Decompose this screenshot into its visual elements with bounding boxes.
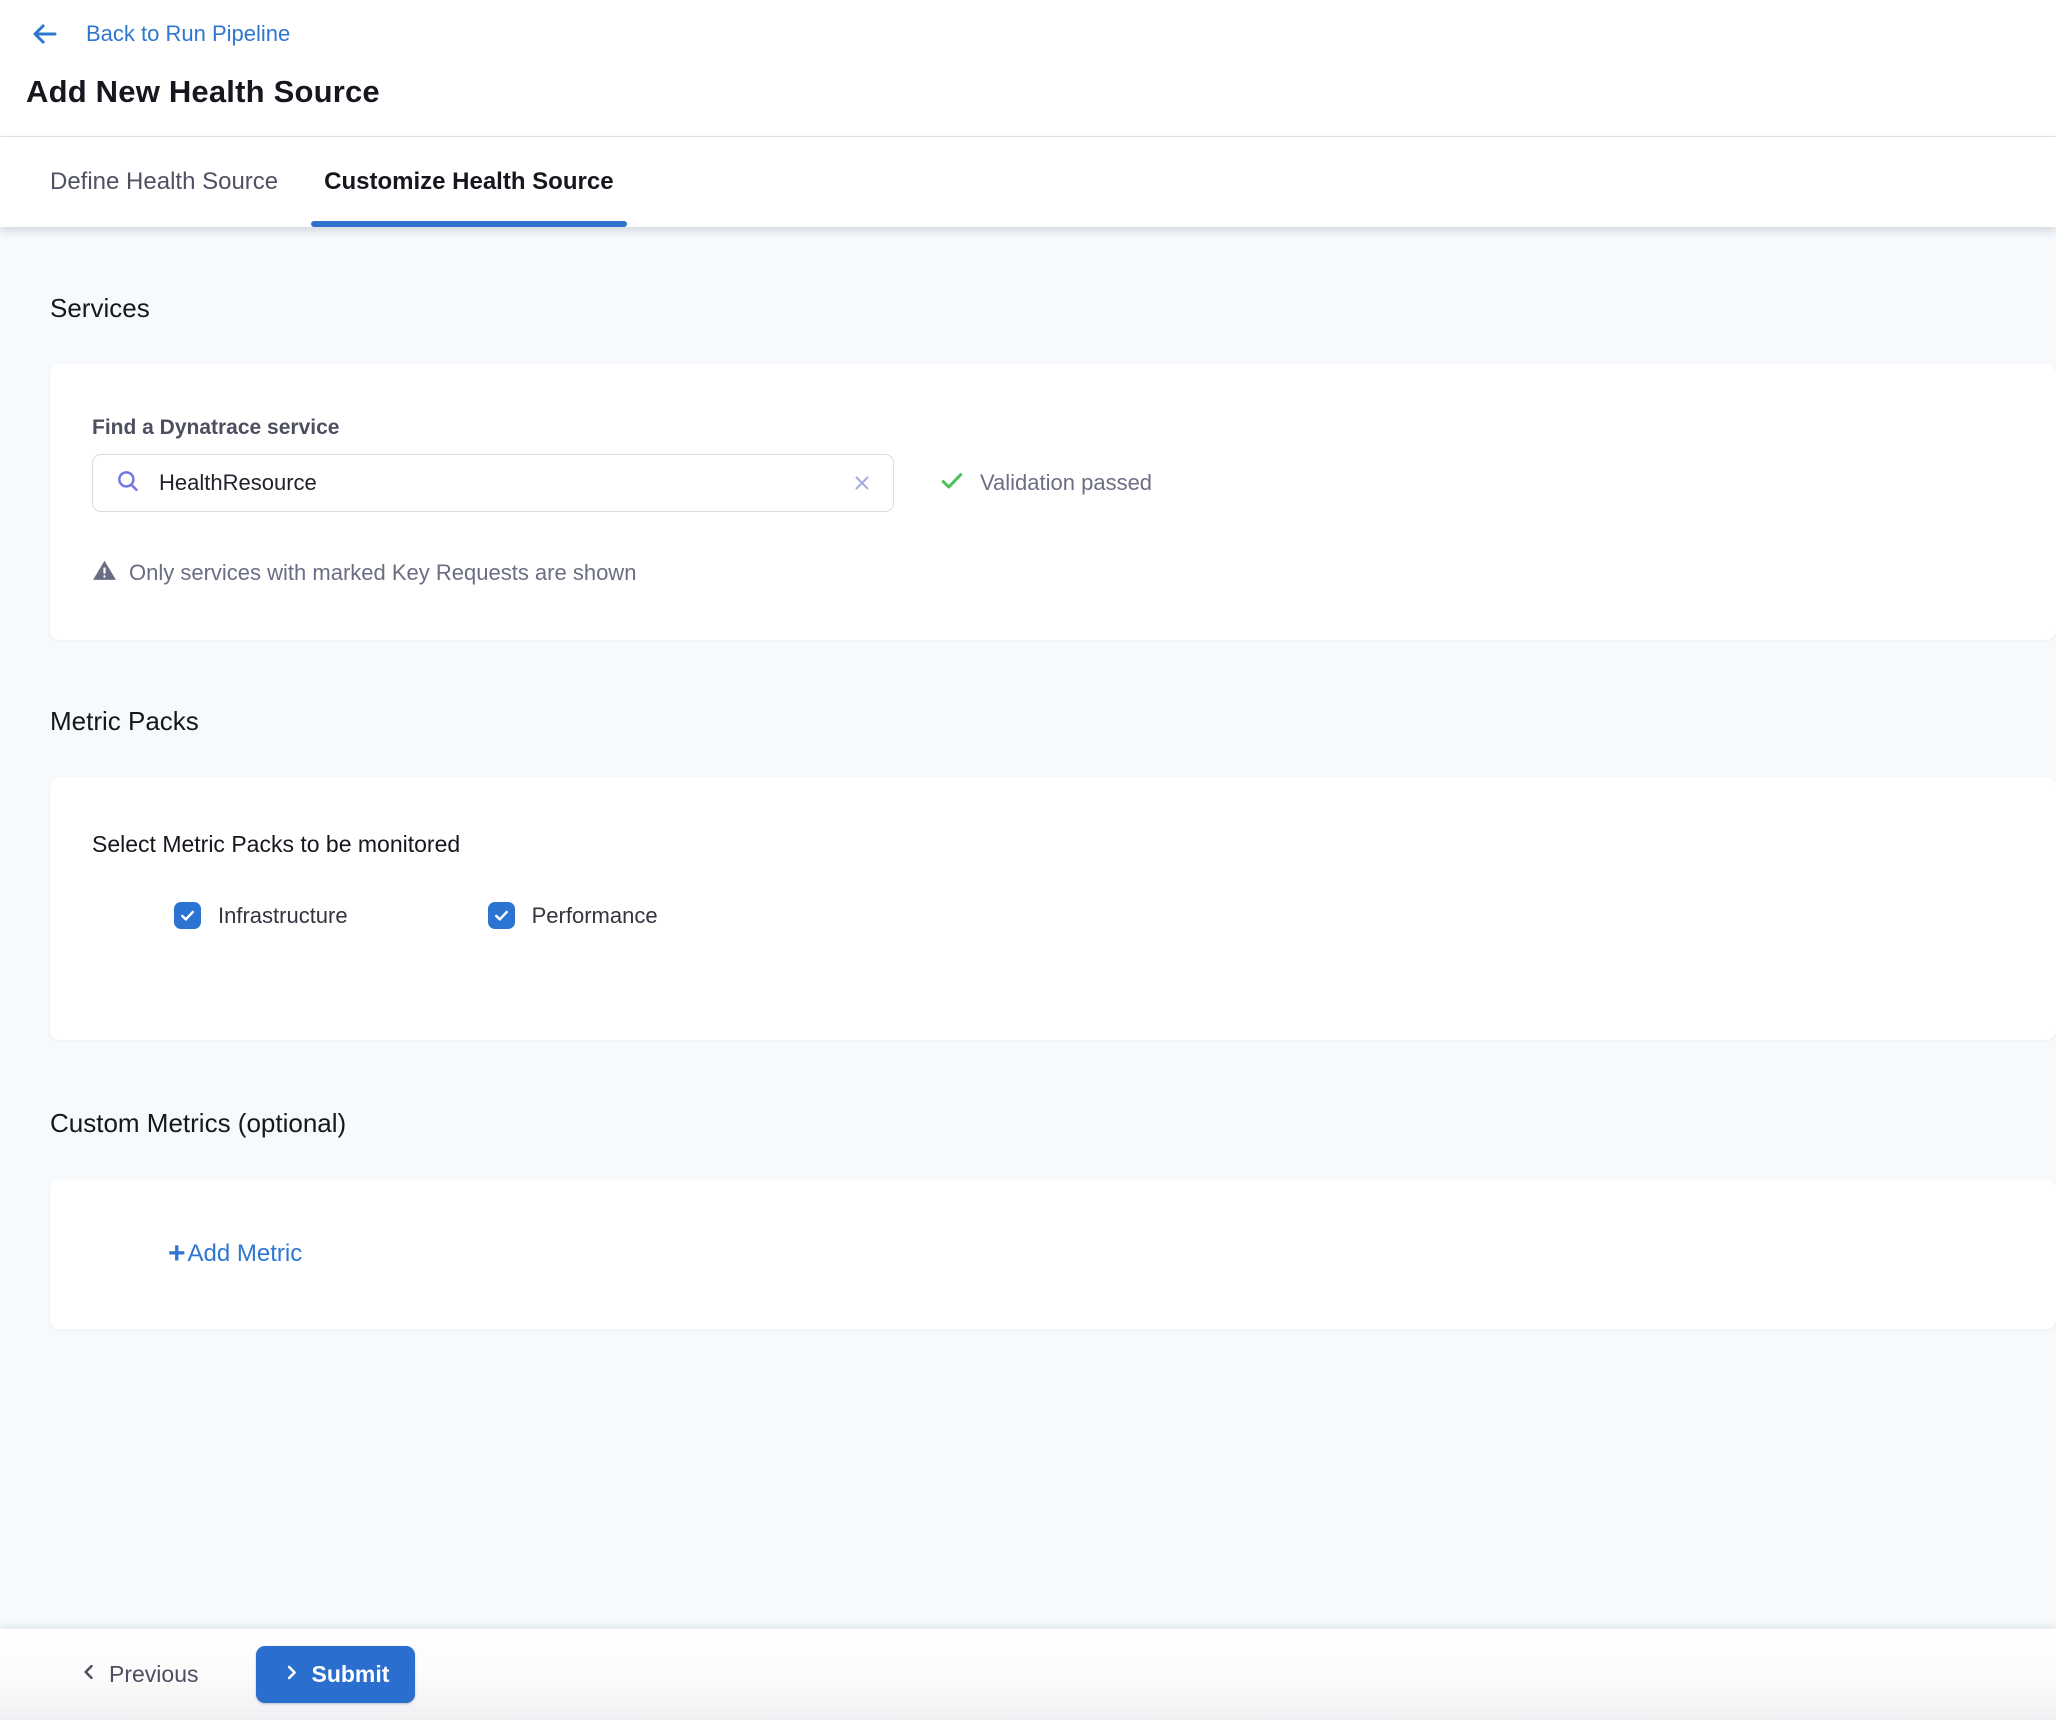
checkbox-label: Infrastructure — [218, 903, 348, 929]
services-card: Find a Dynatrace service — [50, 364, 2056, 640]
checkbox-label: Performance — [532, 903, 658, 929]
back-to-run-pipeline-link[interactable]: Back to Run Pipeline — [0, 16, 290, 52]
validation-status-text: Validation passed — [980, 470, 1152, 496]
chevron-left-icon — [79, 1661, 99, 1688]
service-search-row: Validation passed — [92, 454, 2014, 512]
services-heading: Services — [50, 293, 2056, 324]
back-link-label: Back to Run Pipeline — [86, 21, 290, 47]
search-icon — [115, 468, 141, 499]
select-metric-packs-label: Select Metric Packs to be monitored — [92, 831, 2014, 858]
services-warning-text: Only services with marked Key Requests a… — [129, 560, 636, 586]
custom-metrics-card: + Add Metric — [50, 1179, 2056, 1329]
footer-bar: Previous Submit — [0, 1629, 2056, 1720]
custom-metrics-heading: Custom Metrics (optional) — [50, 1108, 2056, 1139]
back-arrow-icon — [30, 19, 60, 49]
page-header: Back to Run Pipeline Add New Health Sour… — [0, 0, 2056, 137]
service-search-input[interactable] — [159, 470, 851, 496]
find-service-label: Find a Dynatrace service — [92, 416, 2014, 440]
add-metric-button[interactable]: + Add Metric — [168, 1239, 302, 1269]
clear-search-icon[interactable] — [851, 472, 873, 494]
previous-label: Previous — [109, 1661, 198, 1688]
service-search-box — [92, 454, 894, 512]
checkbox-infrastructure[interactable]: Infrastructure — [174, 902, 348, 929]
health-source-tabbar: Define Health Source Customize Health So… — [0, 137, 2056, 227]
check-icon — [938, 467, 966, 500]
page-title: Add New Health Source — [26, 74, 2056, 110]
content-area: Services Find a Dynatrace service — [0, 227, 2056, 1629]
services-warning: Only services with marked Key Requests a… — [92, 558, 2014, 588]
previous-button[interactable]: Previous — [79, 1661, 198, 1688]
submit-button[interactable]: Submit — [256, 1646, 415, 1703]
tab-customize-health-source[interactable]: Customize Health Source — [311, 137, 626, 227]
metric-pack-options: Infrastructure Performance — [92, 902, 2014, 929]
validation-status: Validation passed — [938, 467, 1152, 500]
checked-checkbox-icon[interactable] — [488, 902, 515, 929]
add-metric-label: Add Metric — [188, 1240, 303, 1268]
chevron-right-icon — [282, 1661, 301, 1688]
submit-label: Submit — [311, 1661, 389, 1688]
metric-packs-card: Select Metric Packs to be monitored Infr… — [50, 777, 2056, 1040]
tab-define-health-source[interactable]: Define Health Source — [37, 137, 291, 227]
add-health-source-page: Back to Run Pipeline Add New Health Sour… — [0, 0, 2056, 1720]
plus-icon: + — [168, 1239, 186, 1269]
warning-triangle-icon — [92, 558, 117, 588]
checked-checkbox-icon[interactable] — [174, 902, 201, 929]
metric-packs-heading: Metric Packs — [50, 706, 2056, 737]
checkbox-performance[interactable]: Performance — [488, 902, 658, 929]
